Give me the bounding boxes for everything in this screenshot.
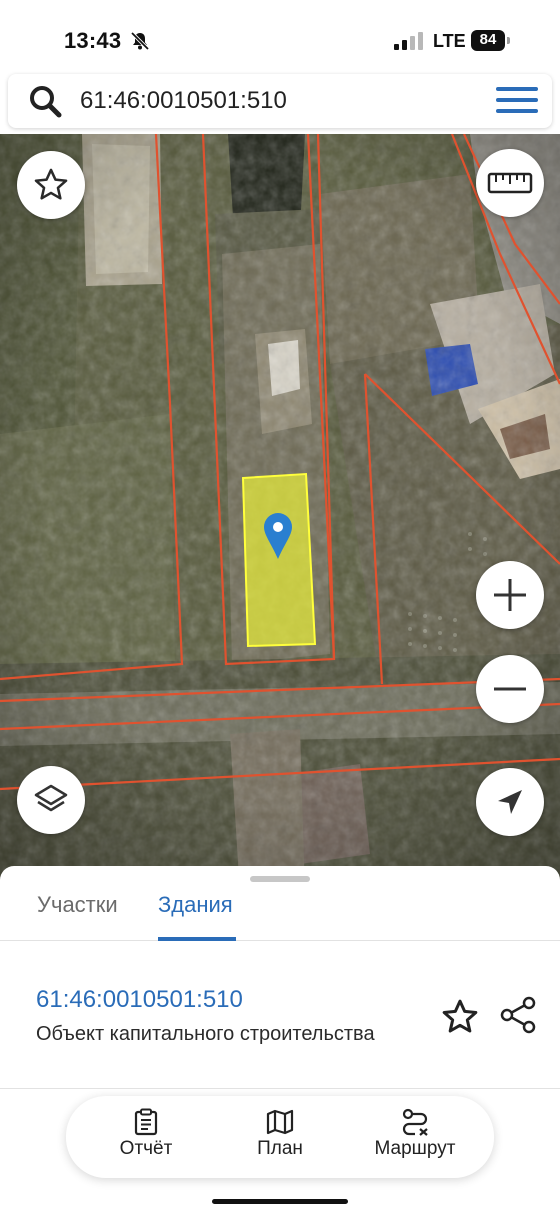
ruler-button[interactable] bbox=[476, 149, 544, 217]
tab-bar: Участки Здания bbox=[0, 886, 560, 941]
action-bar: Отчёт План Маршрут bbox=[66, 1096, 494, 1178]
layers-button[interactable] bbox=[17, 766, 85, 834]
search-input[interactable] bbox=[80, 83, 460, 119]
layers-icon bbox=[34, 784, 68, 812]
bell-slash-icon bbox=[130, 31, 150, 51]
search-icon[interactable] bbox=[28, 84, 64, 120]
route-button[interactable]: Маршрут bbox=[360, 1108, 470, 1160]
satellite-imagery bbox=[0, 134, 560, 894]
star-icon bbox=[34, 168, 68, 200]
favorite-star-button[interactable] bbox=[17, 151, 85, 219]
cellular-signal-icon bbox=[394, 32, 423, 50]
plus-icon bbox=[494, 579, 526, 611]
zoom-in-button[interactable] bbox=[476, 561, 544, 629]
sheet-grabber[interactable] bbox=[250, 876, 310, 882]
status-time: 13:43 bbox=[64, 28, 122, 53]
zoom-out-button[interactable] bbox=[476, 655, 544, 723]
search-bar bbox=[8, 74, 552, 128]
battery-level: 84 bbox=[479, 31, 497, 48]
ruler-icon bbox=[487, 172, 533, 194]
status-bar: 13:43 LTE 84 bbox=[0, 0, 560, 78]
battery-icon: 84 bbox=[471, 30, 511, 51]
minus-icon bbox=[494, 687, 526, 691]
home-indicator bbox=[212, 1199, 348, 1204]
hamburger-menu-icon[interactable] bbox=[496, 87, 538, 117]
star-icon[interactable] bbox=[440, 997, 480, 1037]
report-button[interactable]: Отчёт bbox=[91, 1108, 201, 1160]
plan-label: План bbox=[257, 1138, 303, 1159]
result-item[interactable]: 61:46:0010501:510 Объект капитального ст… bbox=[0, 941, 560, 1089]
map-view[interactable] bbox=[0, 134, 560, 894]
result-object-type: Объект капитального строительства bbox=[36, 1023, 375, 1045]
result-cadastral-number[interactable]: 61:46:0010501:510 bbox=[36, 986, 243, 1014]
my-location-button[interactable] bbox=[476, 768, 544, 836]
share-icon[interactable] bbox=[498, 995, 538, 1035]
route-label: Маршрут bbox=[374, 1138, 456, 1159]
bottom-sheet: Участки Здания 61:46:0010501:510 Объект … bbox=[0, 866, 560, 1217]
report-clipboard-icon bbox=[134, 1108, 158, 1136]
tab-parcels[interactable]: Участки bbox=[37, 892, 118, 918]
tab-buildings[interactable]: Здания bbox=[158, 892, 233, 918]
navigate-arrow-icon bbox=[498, 790, 522, 814]
map-plan-icon bbox=[266, 1109, 294, 1135]
route-icon bbox=[402, 1108, 428, 1136]
report-label: Отчёт bbox=[119, 1138, 173, 1159]
plan-button[interactable]: План bbox=[225, 1108, 335, 1160]
network-type: LTE bbox=[433, 31, 466, 51]
